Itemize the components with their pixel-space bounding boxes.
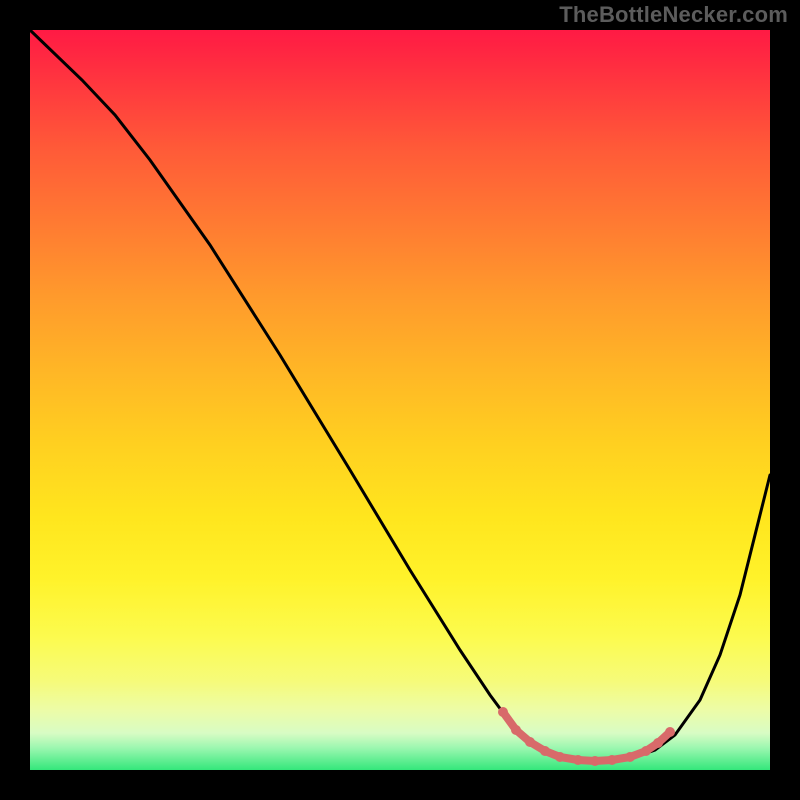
valley-dot xyxy=(625,752,635,762)
valley-dot xyxy=(653,738,663,748)
valley-dot xyxy=(607,755,617,765)
curve-layer xyxy=(30,30,770,770)
valley-dot xyxy=(540,746,550,756)
chart-frame: TheBottleNecker.com xyxy=(0,0,800,800)
valley-dot xyxy=(525,737,535,747)
valley-dot xyxy=(590,756,600,766)
valley-dot xyxy=(498,707,508,717)
valley-dot xyxy=(511,725,521,735)
valley-dot xyxy=(665,727,675,737)
main-curve xyxy=(30,30,770,761)
valley-dot xyxy=(573,755,583,765)
valley-dot xyxy=(641,746,651,756)
valley-dot xyxy=(555,752,565,762)
watermark-text: TheBottleNecker.com xyxy=(559,2,788,28)
plot-area xyxy=(30,30,770,770)
